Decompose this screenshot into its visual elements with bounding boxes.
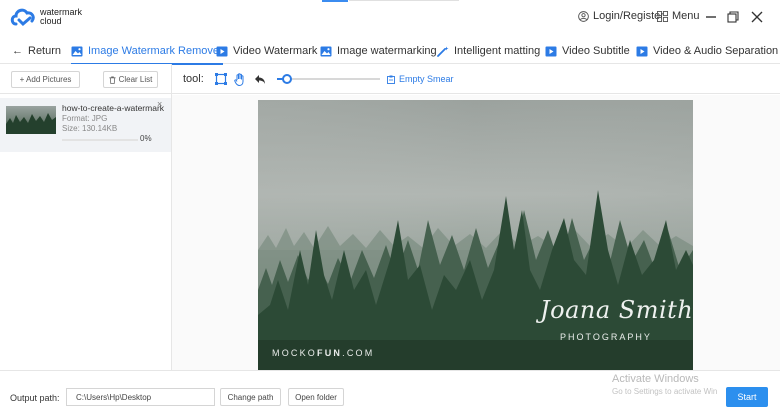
change-path-button[interactable]: Change path bbox=[220, 388, 281, 406]
output-path-label: Output path: bbox=[10, 393, 60, 403]
brush-size-slider-track[interactable] bbox=[285, 78, 380, 80]
grid-menu-icon bbox=[657, 10, 668, 22]
login-register-button[interactable]: Login/Register bbox=[578, 10, 664, 22]
minimize-icon bbox=[706, 16, 716, 18]
activate-windows-subtitle: Go to Settings to activate Win bbox=[612, 387, 718, 396]
change-path-label: Change path bbox=[227, 392, 274, 402]
watermark-site-text: MOCKOFUN.COM bbox=[272, 348, 374, 358]
image-icon bbox=[71, 46, 83, 56]
tab-video-subtitle[interactable]: Video Subtitle bbox=[545, 38, 630, 64]
tool-nav-bar: ← Return Image Watermark Remover Video W… bbox=[0, 38, 780, 65]
tab-video-watermark[interactable]: Video Watermark bbox=[216, 38, 317, 64]
empty-smear-label: Empty Smear bbox=[399, 74, 454, 84]
watermark-photography: PHOTOGRAPHY bbox=[560, 332, 652, 342]
subtitle-icon bbox=[545, 46, 557, 56]
arrow-left-icon: ← bbox=[12, 45, 23, 57]
watermark-signature: Joana Smith bbox=[540, 296, 693, 324]
image-icon bbox=[320, 46, 332, 56]
tab-label: Image watermarking bbox=[337, 45, 437, 57]
rectangle-select-icon bbox=[215, 73, 227, 85]
cloud-logo-icon bbox=[10, 8, 35, 27]
edit-toolbar: tool: Empty Smear bbox=[172, 64, 780, 94]
file-size: Size: 130.14KB bbox=[62, 124, 118, 133]
clear-list-label: Clear List bbox=[118, 75, 153, 84]
tab-label: Image Watermark Remover bbox=[88, 45, 223, 57]
close-button[interactable] bbox=[748, 8, 766, 26]
magic-wand-icon bbox=[437, 46, 449, 57]
watermark-site-suffix: .COM bbox=[342, 348, 375, 358]
tab-label: Video Watermark bbox=[233, 45, 318, 57]
undo-icon bbox=[255, 74, 265, 84]
watermark-site-prefix: MOCKO bbox=[272, 348, 318, 358]
title-bar: watermark cloud Login/Register Menu bbox=[0, 0, 780, 38]
start-label: Start bbox=[737, 392, 757, 402]
brush-size-slider-handle[interactable] bbox=[282, 74, 292, 84]
login-register-label: Login/Register bbox=[593, 10, 664, 22]
output-path-value: C:\Users\Hp\Desktop bbox=[76, 392, 152, 402]
restore-icon bbox=[727, 11, 739, 23]
activate-windows-title: Activate Windows bbox=[612, 373, 699, 385]
tab-label: Video & Audio Separation bbox=[653, 45, 779, 57]
return-label: Return bbox=[28, 45, 62, 57]
close-icon bbox=[751, 11, 763, 23]
file-thumbnail bbox=[6, 106, 56, 134]
start-button[interactable]: Start bbox=[726, 387, 768, 407]
user-icon bbox=[578, 10, 589, 22]
tool-label: tool: bbox=[183, 73, 204, 85]
add-pictures-label: + Add Pictures bbox=[19, 75, 72, 84]
minimize-button[interactable] bbox=[702, 8, 720, 26]
file-progress-percent: 0% bbox=[140, 134, 152, 143]
video-icon bbox=[216, 46, 228, 56]
tab-video-audio-separation[interactable]: Video & Audio Separation bbox=[636, 38, 778, 64]
clipboard-icon bbox=[387, 75, 395, 84]
forest-photo bbox=[258, 100, 693, 370]
brand-name: watermark cloud bbox=[40, 8, 82, 26]
tab-intelligent-matting[interactable]: Intelligent matting bbox=[437, 38, 540, 64]
brand-line-2: cloud bbox=[40, 16, 62, 26]
video-icon bbox=[636, 46, 648, 56]
tab-image-watermark-remover[interactable]: Image Watermark Remover bbox=[71, 38, 223, 65]
open-folder-label: Open folder bbox=[295, 392, 337, 402]
image-preview[interactable]: Joana Smith PHOTOGRAPHY MOCKOFUN.COM bbox=[258, 100, 693, 370]
menu-button[interactable]: Menu bbox=[657, 10, 700, 22]
output-path-field[interactable]: C:\Users\Hp\Desktop bbox=[66, 388, 215, 406]
watermark-site-bold: FUN bbox=[317, 348, 343, 358]
file-list-panel: + Add Pictures Clear List how-to-create-… bbox=[0, 64, 172, 370]
tab-image-watermarking[interactable]: Image watermarking bbox=[320, 38, 437, 64]
trash-icon bbox=[109, 76, 116, 84]
bottom-bar: Output path: C:\Users\Hp\Desktop Change … bbox=[0, 370, 780, 415]
file-progress-bar bbox=[62, 139, 138, 141]
file-list-item[interactable]: how-to-create-a-watermark Format: JPG Si… bbox=[0, 98, 171, 152]
clear-list-button[interactable]: Clear List bbox=[103, 71, 158, 88]
empty-smear-button[interactable]: Empty Smear bbox=[387, 74, 454, 84]
undo-tool[interactable] bbox=[253, 72, 267, 86]
return-button[interactable]: ← Return bbox=[12, 38, 61, 64]
tab-label: Video Subtitle bbox=[562, 45, 630, 57]
file-format: Format: JPG bbox=[62, 114, 108, 123]
remove-file-icon: × bbox=[157, 99, 163, 109]
open-folder-button[interactable]: Open folder bbox=[288, 388, 344, 406]
add-pictures-button[interactable]: + Add Pictures bbox=[11, 71, 80, 88]
file-name: how-to-create-a-watermark bbox=[62, 103, 165, 113]
window-accent-line bbox=[322, 0, 348, 2]
preview-canvas: Joana Smith PHOTOGRAPHY MOCKOFUN.COM bbox=[172, 95, 780, 370]
file-list-toolbar: + Add Pictures Clear List bbox=[0, 64, 171, 94]
window-top-divider bbox=[349, 0, 459, 1]
hand-icon bbox=[234, 72, 244, 86]
remove-file-button[interactable]: × bbox=[157, 99, 162, 109]
rectangle-select-tool[interactable] bbox=[214, 72, 228, 86]
menu-label: Menu bbox=[672, 10, 700, 22]
hand-pan-tool[interactable] bbox=[233, 72, 247, 86]
tab-label: Intelligent matting bbox=[454, 45, 541, 57]
restore-button[interactable] bbox=[724, 8, 742, 26]
